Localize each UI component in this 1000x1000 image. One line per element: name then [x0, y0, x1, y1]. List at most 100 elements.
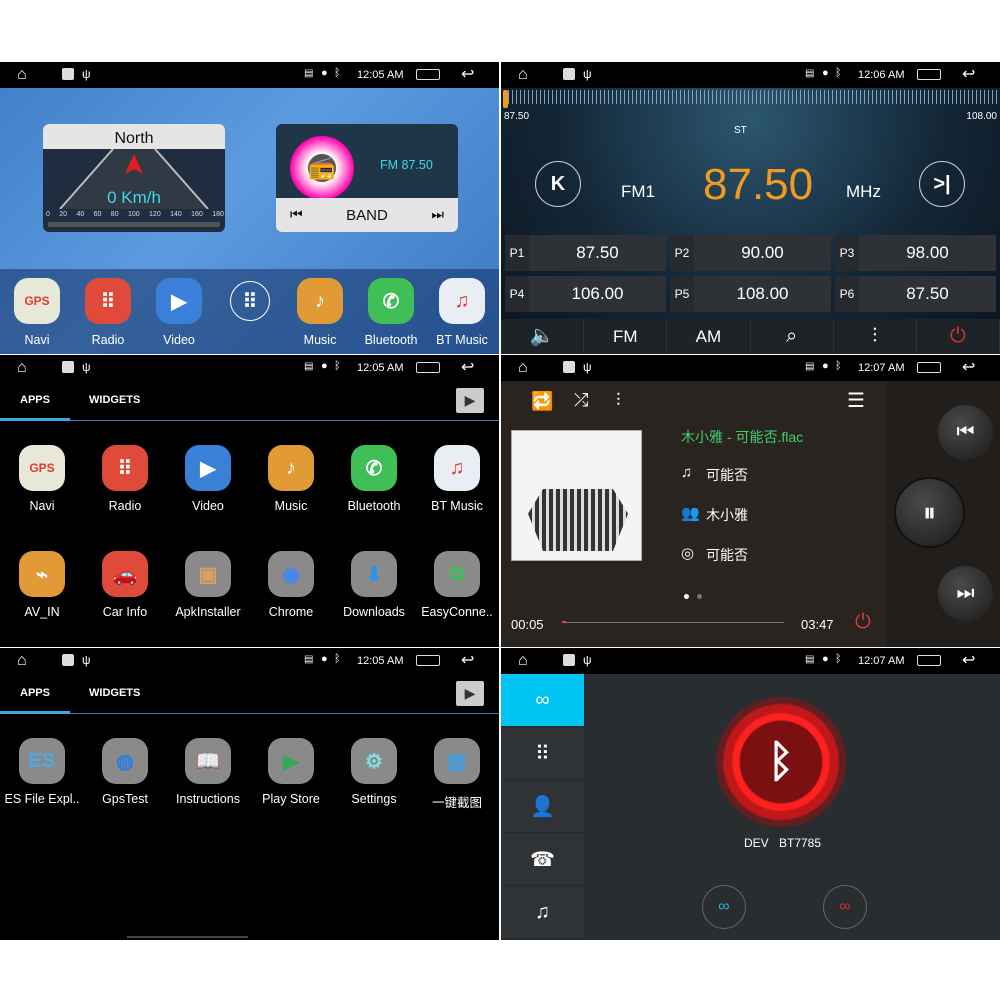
- page-scrollbar[interactable]: [127, 936, 248, 938]
- es-file-folder-icon[interactable]: ES: [19, 738, 65, 784]
- back-button[interactable]: ↩: [962, 357, 975, 377]
- back-button[interactable]: ↩: [461, 650, 474, 670]
- app-label-bt-music[interactable]: BT Music: [417, 333, 499, 347]
- app-label-apkinstaller[interactable]: ApkInstaller: [163, 605, 253, 619]
- tab-widgets[interactable]: WIDGETS: [89, 687, 140, 699]
- home-button[interactable]: ⌂: [518, 652, 528, 670]
- app-label-navi[interactable]: Navi: [0, 499, 87, 513]
- search-button[interactable]: ⌕: [751, 319, 834, 354]
- gps-pin-icon[interactable]: GPS: [14, 278, 60, 324]
- sidebar-tab-music[interactable]: ♫: [501, 886, 584, 939]
- home-button[interactable]: ⌂: [17, 652, 27, 670]
- speaker-grid-icon[interactable]: ⠿: [85, 278, 131, 324]
- preset-button-p5[interactable]: P5 108.00: [670, 276, 831, 312]
- app-label-easyconne-[interactable]: EasyConne..: [412, 605, 499, 619]
- app-label-video[interactable]: Video: [163, 499, 253, 513]
- connect-button[interactable]: ∞: [702, 885, 746, 929]
- screenshot-image-icon[interactable]: ▨: [434, 738, 480, 784]
- app-drawer-icon[interactable]: ⠿: [230, 281, 270, 321]
- power-icon[interactable]: ⏻: [855, 611, 871, 634]
- play-store-icon[interactable]: ▶: [456, 388, 484, 413]
- disconnect-button[interactable]: ∞: [823, 885, 867, 929]
- preset-button-p1[interactable]: P1 87.50: [505, 235, 666, 271]
- playlist-icon[interactable]: ☰: [847, 388, 865, 413]
- home-button[interactable]: ⌂: [17, 66, 27, 84]
- next-track-icon[interactable]: ⏭: [431, 206, 444, 223]
- app-label-car-info[interactable]: Car Info: [80, 605, 170, 619]
- speaker-grid-icon[interactable]: ⠿: [102, 445, 148, 491]
- open-book-icon[interactable]: 📖: [185, 738, 231, 784]
- recent-apps-button[interactable]: [416, 655, 440, 666]
- home-button[interactable]: ⌂: [518, 66, 528, 84]
- play-store-icon[interactable]: ▶: [456, 681, 484, 706]
- home-button[interactable]: ⌂: [17, 359, 27, 377]
- back-button[interactable]: ↩: [962, 64, 975, 84]
- app-label-bluetooth[interactable]: Bluetooth: [329, 499, 419, 513]
- gear-icon[interactable]: ⚙: [351, 738, 397, 784]
- seek-back-button[interactable]: K: [535, 161, 581, 207]
- recent-apps-button[interactable]: [917, 655, 941, 666]
- sidebar-tab-link[interactable]: ∞: [501, 674, 584, 727]
- music-note-icon[interactable]: ♪: [268, 445, 314, 491]
- progress-slider[interactable]: [562, 621, 784, 623]
- phone-bluetooth-icon[interactable]: ✆: [351, 445, 397, 491]
- preset-button-p6[interactable]: P6 87.50: [835, 276, 996, 312]
- app-label-video[interactable]: Video: [134, 333, 224, 347]
- navigation-widget[interactable]: North 0 Km/h 0 20 40 60 80 100 120 140 160 180: [43, 124, 225, 232]
- app-label-av-in[interactable]: AV_IN: [0, 605, 87, 619]
- tuning-scale[interactable]: [504, 90, 998, 104]
- car-warning-icon[interactable]: 🚗: [102, 551, 148, 597]
- recent-apps-button[interactable]: [917, 362, 941, 373]
- app-label-downloads[interactable]: Downloads: [329, 605, 419, 619]
- equalizer-button[interactable]: ⫶: [834, 319, 917, 354]
- film-play-icon[interactable]: ▶: [156, 278, 202, 324]
- band-am-button[interactable]: AM: [667, 319, 751, 354]
- shuffle-icon[interactable]: ⤮: [574, 390, 588, 411]
- recent-apps-button[interactable]: [416, 69, 440, 80]
- home-button[interactable]: ⌂: [518, 359, 528, 377]
- app-label-es-file-expl-[interactable]: ES File Expl..: [0, 792, 87, 806]
- preset-button-p4[interactable]: P4 106.00: [505, 276, 666, 312]
- power-button[interactable]: ⏻: [917, 319, 1000, 354]
- recent-apps-button[interactable]: [917, 69, 941, 80]
- app-label-chrome[interactable]: Chrome: [246, 605, 336, 619]
- phone-bluetooth-icon[interactable]: ✆: [368, 278, 414, 324]
- next-button[interactable]: ⏭: [938, 566, 993, 621]
- mute-button[interactable]: 🔈: [501, 319, 585, 354]
- film-play-icon[interactable]: ▶: [185, 445, 231, 491]
- sidebar-tab-dialpad[interactable]: ⠿: [501, 727, 584, 780]
- bt-music-icon[interactable]: ♫: [434, 445, 480, 491]
- easy-connect-icon[interactable]: ⧉: [434, 551, 480, 597]
- radio-widget[interactable]: 📻 FM 87.50 ⏮ BAND ⏭: [276, 124, 458, 232]
- tab-widgets[interactable]: WIDGETS: [89, 394, 140, 406]
- radar-globe-icon[interactable]: ◍: [102, 738, 148, 784]
- chrome-icon[interactable]: ◉: [268, 551, 314, 597]
- back-button[interactable]: ↩: [962, 650, 975, 670]
- tuning-marker[interactable]: [503, 90, 508, 108]
- sidebar-tab-contacts[interactable]: 👤: [501, 780, 584, 833]
- play-store-icon[interactable]: ▶: [268, 738, 314, 784]
- app-label-play-store[interactable]: Play Store: [246, 792, 336, 806]
- download-icon[interactable]: ⬇: [351, 551, 397, 597]
- bt-music-icon[interactable]: ♫: [439, 278, 485, 324]
- app-label--[interactable]: 一键截图: [412, 792, 499, 811]
- back-button[interactable]: ↩: [461, 357, 474, 377]
- app-label-instructions[interactable]: Instructions: [163, 792, 253, 806]
- band-fm-button[interactable]: FM: [584, 319, 668, 354]
- seek-forward-button[interactable]: >|: [919, 161, 965, 207]
- previous-button[interactable]: ⏮: [938, 405, 993, 460]
- av-cable-icon[interactable]: ⌁: [19, 551, 65, 597]
- tab-apps[interactable]: APPS: [20, 394, 50, 406]
- pause-button[interactable]: ⏸: [894, 477, 965, 548]
- preset-button-p3[interactable]: P3 98.00: [835, 235, 996, 271]
- gps-pin-icon[interactable]: GPS: [19, 445, 65, 491]
- app-label-music[interactable]: Music: [246, 499, 336, 513]
- recent-apps-button[interactable]: [416, 362, 440, 373]
- app-label-gpstest[interactable]: GpsTest: [80, 792, 170, 806]
- app-label-radio[interactable]: Radio: [80, 499, 170, 513]
- back-button[interactable]: ↩: [461, 64, 474, 84]
- preset-button-p2[interactable]: P2 90.00: [670, 235, 831, 271]
- app-label-settings[interactable]: Settings: [329, 792, 419, 806]
- tab-apps[interactable]: APPS: [20, 687, 50, 699]
- equalizer-icon[interactable]: ⫶: [616, 390, 621, 411]
